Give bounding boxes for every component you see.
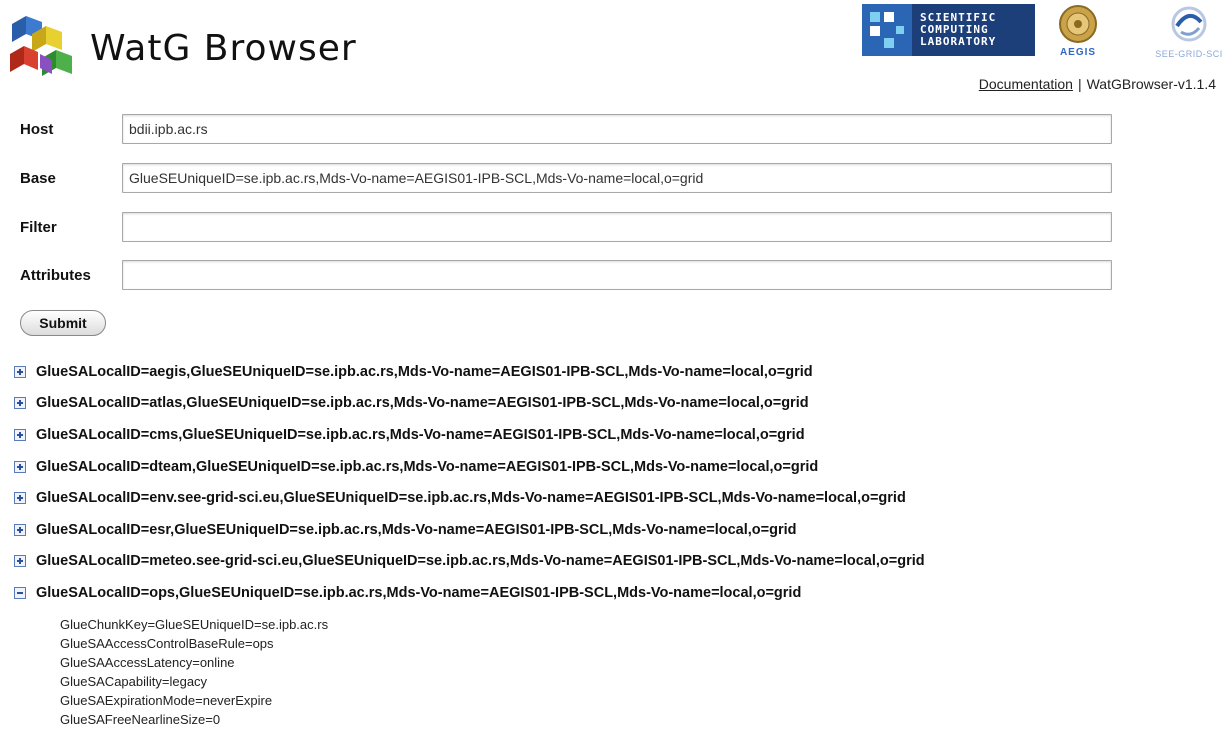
scl-line-3: LABORATORY <box>920 35 997 48</box>
base-row: Base <box>20 163 1120 195</box>
entry-dn[interactable]: GlueSALocalID=atlas,GlueSEUniqueID=se.ip… <box>36 395 809 411</box>
host-row: Host <box>20 114 1120 146</box>
see-grid-sci-label: SEE-GRID-SCI <box>1155 49 1223 59</box>
tree-row[interactable]: GlueSALocalID=aegis,GlueSEUniqueID=se.ip… <box>14 356 1214 388</box>
expand-plus-icon[interactable] <box>14 555 26 568</box>
base-label: Base <box>20 170 56 187</box>
tree-row[interactable]: GlueSALocalID=dteam,GlueSEUniqueID=se.ip… <box>14 451 1214 483</box>
attributes-row: Attributes <box>20 260 1120 292</box>
tree-row[interactable]: GlueSALocalID=meteo.see-grid-sci.eu,Glue… <box>14 546 1214 578</box>
attribute-line: GlueSAAccessControlBaseRule=ops <box>60 635 274 651</box>
collapse-minus-icon[interactable] <box>14 586 26 599</box>
attributes-label: Attributes <box>20 267 91 284</box>
tree-row[interactable]: GlueSALocalID=esr,GlueSEUniqueID=se.ipb.… <box>14 514 1214 546</box>
expand-plus-icon[interactable] <box>14 523 26 536</box>
see-grid-swirl-icon <box>1171 6 1207 42</box>
attribute-line: GlueSACapability=legacy <box>60 673 208 689</box>
tree-row[interactable]: GlueSALocalID=env.see-grid-sci.eu,GlueSE… <box>14 482 1214 514</box>
entry-dn[interactable]: GlueSALocalID=esr,GlueSEUniqueID=se.ipb.… <box>36 522 797 538</box>
attribute-line: GlueChunkKey=GlueSEUniqueID=se.ipb.ac.rs <box>60 616 329 632</box>
top-links: Documentation | WatGBrowser-v1.1.4 <box>979 76 1216 92</box>
expand-plus-icon[interactable] <box>14 397 26 410</box>
expand-plus-icon[interactable] <box>14 492 26 505</box>
entry-dn[interactable]: GlueSALocalID=cms,GlueSEUniqueID=se.ipb.… <box>36 427 805 443</box>
submit-button[interactable]: Submit <box>20 310 106 336</box>
expand-plus-icon[interactable] <box>14 460 26 473</box>
entry-dn[interactable]: GlueSALocalID=dteam,GlueSEUniqueID=se.ip… <box>36 459 818 475</box>
aegis-label: AEGIS <box>1059 47 1097 58</box>
filter-input[interactable] <box>122 212 1112 242</box>
scientific-computing-lab-logo: SCIENTIFIC COMPUTING LABORATORY <box>862 4 1035 56</box>
expand-plus-icon[interactable] <box>14 428 26 441</box>
aegis-seal-icon <box>1059 5 1097 43</box>
entry-dn[interactable]: GlueSALocalID=env.see-grid-sci.eu,GlueSE… <box>36 490 906 506</box>
host-input[interactable] <box>122 114 1112 144</box>
filter-row: Filter <box>20 212 1120 244</box>
entry-dn[interactable]: GlueSALocalID=ops,GlueSEUniqueID=se.ipb.… <box>36 585 801 601</box>
expanded-attributes: GlueChunkKey=GlueSEUniqueID=se.ipb.ac.rs… <box>14 615 1214 729</box>
attribute-line: GlueSAAccessLatency=online <box>60 654 235 670</box>
tree-row[interactable]: GlueSALocalID=atlas,GlueSEUniqueID=se.ip… <box>14 388 1214 420</box>
watg-cubes-logo-icon <box>10 16 72 76</box>
host-label: Host <box>20 121 54 138</box>
entry-dn[interactable]: GlueSALocalID=aegis,GlueSEUniqueID=se.ip… <box>36 364 813 380</box>
see-grid-sci-logo: SEE-GRID-SCI <box>1150 4 1228 59</box>
filter-label: Filter <box>20 219 57 236</box>
entry-tree: GlueSALocalID=aegis,GlueSEUniqueID=se.ip… <box>14 356 1214 729</box>
attribute-line: GlueSAFreeNearlineSize=0 <box>60 711 221 727</box>
attribute-line: GlueSAExpirationMode=neverExpire <box>60 692 273 708</box>
scl-mark-icon <box>862 4 912 56</box>
app-title: WatG Browser <box>90 28 357 69</box>
documentation-link[interactable]: Documentation <box>979 76 1073 92</box>
entry-dn[interactable]: GlueSALocalID=meteo.see-grid-sci.eu,Glue… <box>36 553 925 569</box>
base-input[interactable] <box>122 163 1112 193</box>
expand-plus-icon[interactable] <box>14 365 26 378</box>
link-separator: | <box>1077 76 1082 92</box>
attributes-input[interactable] <box>122 260 1112 290</box>
tree-row[interactable]: GlueSALocalID=cms,GlueSEUniqueID=se.ipb.… <box>14 419 1214 451</box>
aegis-logo: AEGIS <box>1050 4 1106 58</box>
version-label: WatGBrowser-v1.1.4 <box>1086 76 1216 92</box>
tree-row-expanded[interactable]: GlueSALocalID=ops,GlueSEUniqueID=se.ipb.… <box>14 577 1214 609</box>
